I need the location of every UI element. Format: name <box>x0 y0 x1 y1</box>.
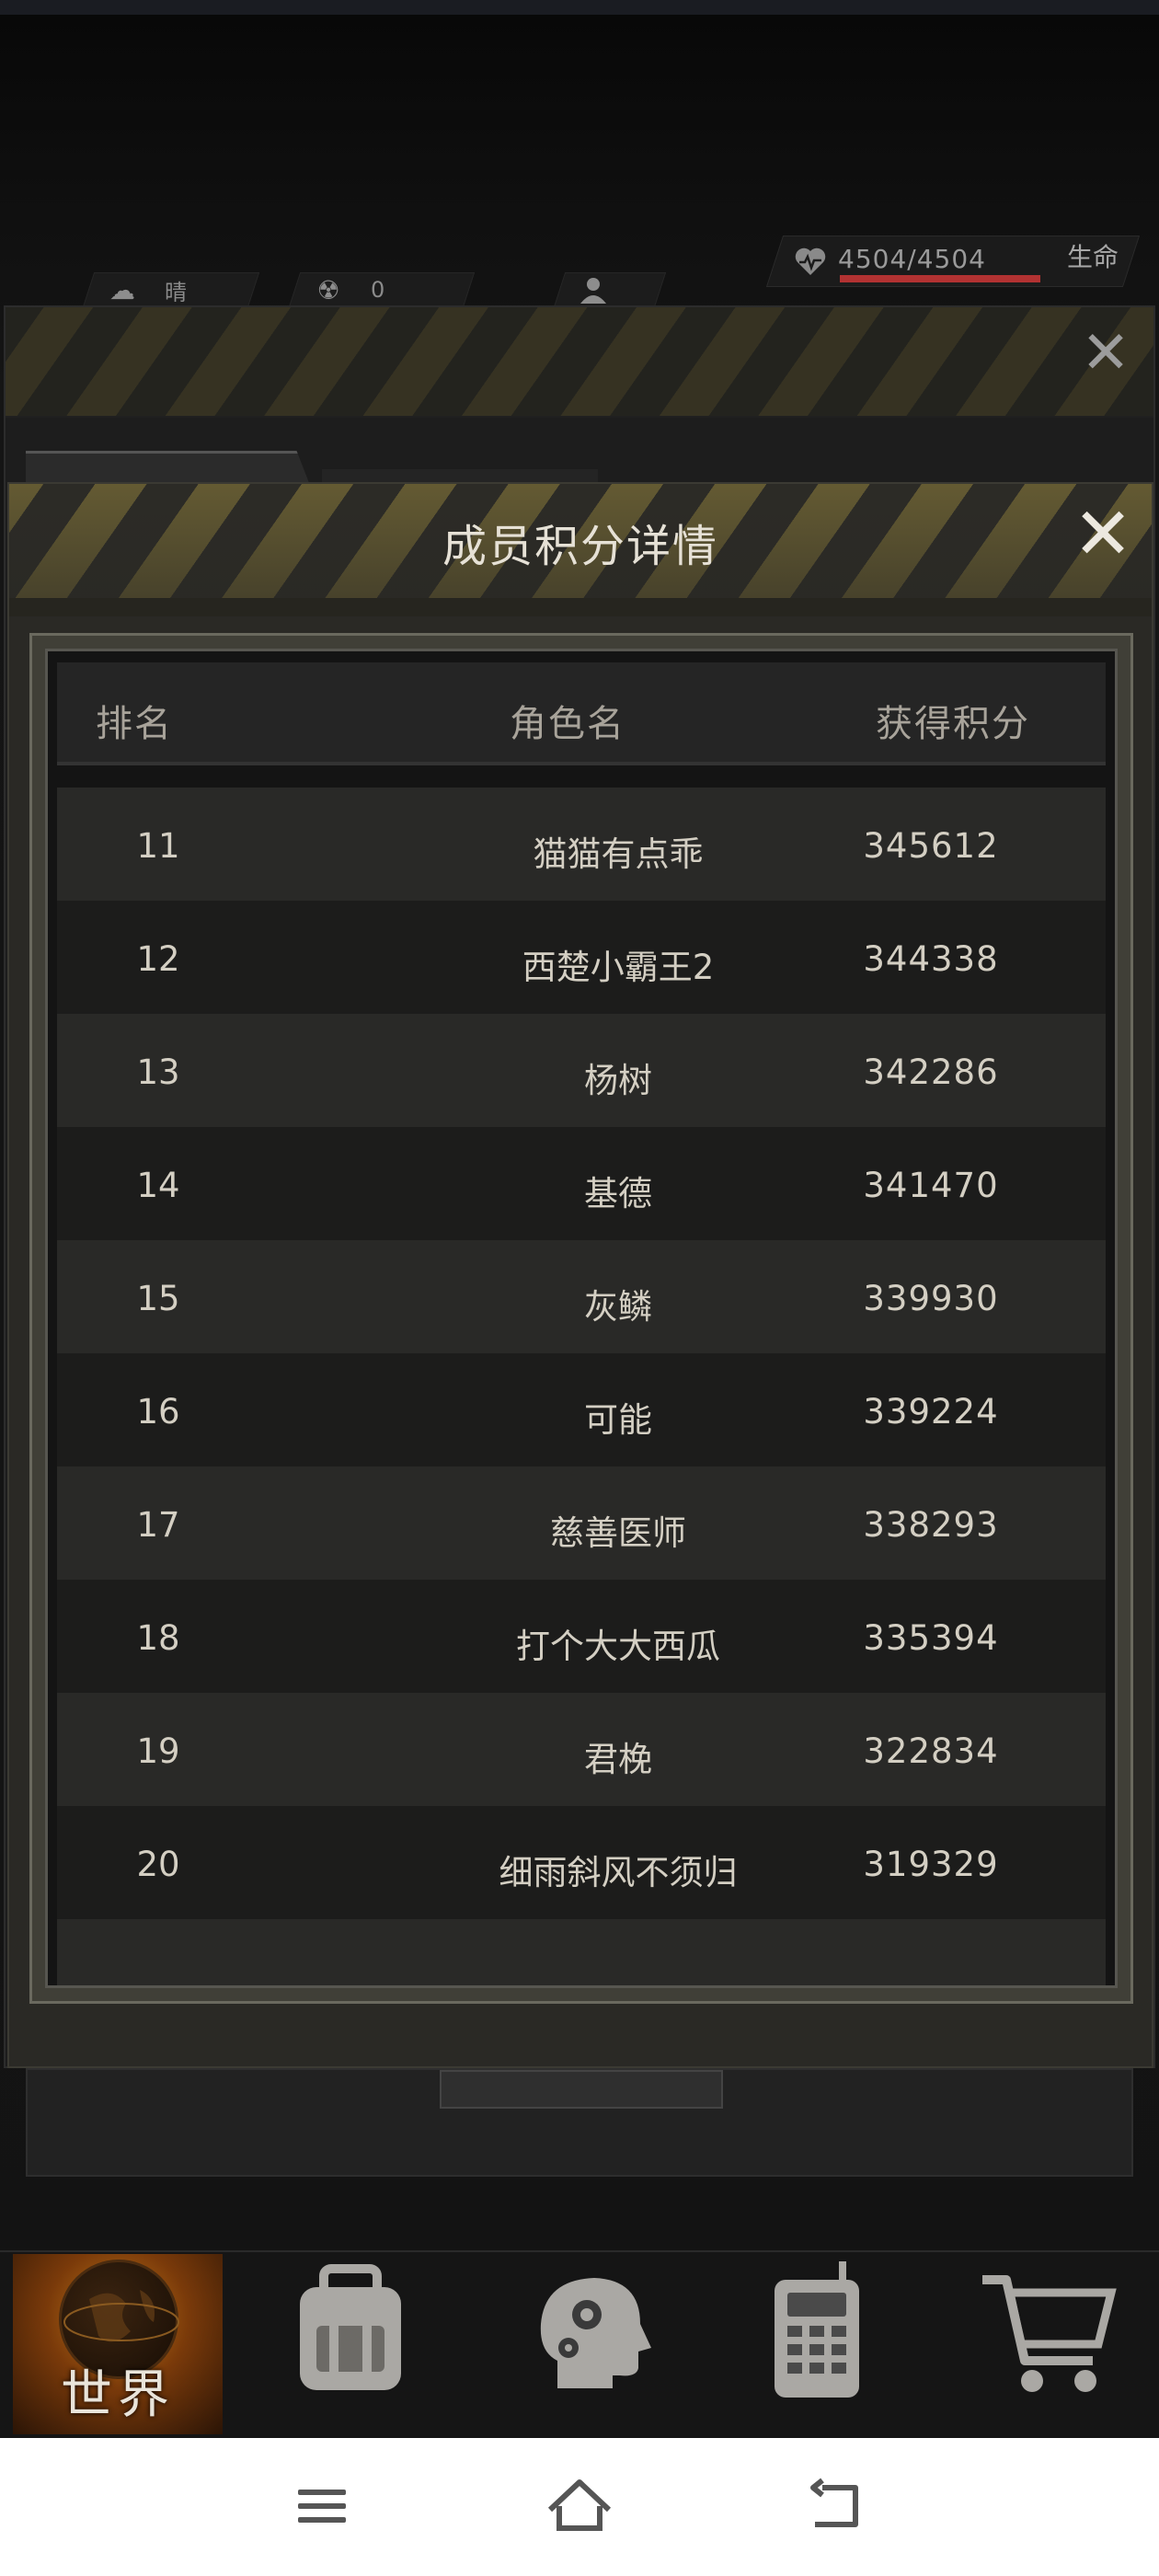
name-cell: 猫猫有点乖 <box>533 834 704 874</box>
hp-bar-fill <box>840 275 1040 282</box>
rank-cell: 17 <box>136 1505 180 1545</box>
score-cell: 344338 <box>863 939 999 979</box>
menu-icon[interactable] <box>285 2469 359 2543</box>
heart-pulse-icon <box>795 247 826 275</box>
table-row[interactable]: 12 西楚小霸王2 344338 <box>57 901 1106 1014</box>
status-strip <box>0 0 1159 15</box>
cloud-sun-icon: ☁ <box>109 274 135 305</box>
name-cell: 细雨斜风不须归 <box>499 1853 738 1892</box>
outer-panel-header <box>6 307 1153 418</box>
member-score-dialog: 成员积分详情 ✕ 排名 角色名 获得积分 11 猫猫有点乖 345612 12 西楚小霸… <box>7 482 1153 2068</box>
radiation-chip[interactable]: ☢ 0 <box>288 272 476 307</box>
name-cell: 打个大大西瓜 <box>516 1627 720 1666</box>
score-cell: 322834 <box>863 1731 999 1771</box>
table-row[interactable]: 20 细雨斜风不须归 319329 <box>57 1806 1106 1919</box>
name-cell: 西楚小霸王2 <box>522 948 715 987</box>
name-cell: 慈善医师 <box>550 1513 686 1553</box>
header-rank: 排名 <box>96 703 173 745</box>
name-cell: 基德 <box>584 1174 652 1213</box>
name-cell: 君梚 <box>584 1740 652 1779</box>
table-frame: 排名 角色名 获得积分 11 猫猫有点乖 345612 12 西楚小霸王2 344338 1… <box>29 633 1133 2004</box>
score-cell: 338293 <box>863 1505 999 1545</box>
outer-footer-button[interactable] <box>440 2070 723 2109</box>
system-nav-bar <box>0 2438 1159 2576</box>
rank-cell: 12 <box>136 939 180 979</box>
name-cell: 可能 <box>584 1400 652 1440</box>
rank-cell: 20 <box>136 1845 180 1884</box>
radio-icon[interactable] <box>743 2260 890 2407</box>
table-row[interactable]: 13 杨树 342286 <box>57 1014 1106 1127</box>
rank-cell: 14 <box>136 1166 180 1205</box>
hp-text: 4504/4504 <box>838 244 986 274</box>
table-row[interactable]: 18 打个大大西瓜 335394 <box>57 1580 1106 1693</box>
nav-world-tab[interactable]: 世界 <box>13 2254 223 2434</box>
score-cell: 342286 <box>863 1052 999 1092</box>
table-row[interactable]: 15 灰鳞 339930 <box>57 1240 1106 1353</box>
close-icon[interactable]: ✕ <box>1071 499 1135 570</box>
score-table[interactable]: 排名 角色名 获得积分 11 猫猫有点乖 345612 12 西楚小霸王2 344338 1… <box>45 649 1118 1988</box>
table-row[interactable]: 14 基德 341470 <box>57 1127 1106 1240</box>
nav-world-label: 世界 <box>61 2365 175 2425</box>
table-row-partial <box>57 1919 1106 1985</box>
home-icon[interactable] <box>543 2469 616 2543</box>
table-row[interactable]: 11 猫猫有点乖 345612 <box>57 788 1106 901</box>
player-chip[interactable] <box>553 272 667 307</box>
rank-cell: 15 <box>136 1279 180 1318</box>
header-score: 获得积分 <box>876 703 1030 745</box>
rank-cell: 13 <box>136 1052 180 1092</box>
score-cell: 345612 <box>863 826 999 866</box>
dialog-header-shadow <box>9 598 1152 616</box>
weather-chip[interactable]: ☁ 晴 <box>82 272 260 307</box>
rank-cell: 18 <box>136 1618 180 1658</box>
outer-close-icon[interactable]: ✕ <box>1078 324 1133 383</box>
radiation-icon: ☢ <box>316 274 340 305</box>
shopping-cart-icon[interactable] <box>973 2260 1120 2407</box>
score-cell: 339224 <box>863 1392 999 1432</box>
back-icon[interactable] <box>800 2469 874 2543</box>
person-icon <box>577 277 610 304</box>
rank-cell: 16 <box>136 1392 180 1432</box>
table-header: 排名 角色名 获得积分 <box>57 662 1106 765</box>
radiation-value: 0 <box>371 277 385 303</box>
hp-bar <box>840 275 1040 282</box>
weather-text: 晴 <box>165 279 187 305</box>
table-row[interactable]: 17 慈善医师 338293 <box>57 1466 1106 1580</box>
name-cell: 灰鳞 <box>584 1287 652 1327</box>
score-cell: 339930 <box>863 1279 999 1318</box>
score-cell: 341470 <box>863 1166 999 1205</box>
score-cell: 319329 <box>863 1845 999 1884</box>
dialog-title: 成员积分详情 <box>442 521 718 572</box>
rank-cell: 19 <box>136 1731 180 1771</box>
name-cell: 杨树 <box>584 1061 652 1100</box>
table-row[interactable]: 16 可能 339224 <box>57 1353 1106 1466</box>
rank-cell: 11 <box>136 826 180 866</box>
header-name: 角色名 <box>510 703 625 745</box>
hp-label: 生命 <box>1067 242 1119 272</box>
table-row[interactable]: 19 君梚 322834 <box>57 1693 1106 1806</box>
brain-gear-icon[interactable] <box>521 2260 668 2407</box>
score-cell: 335394 <box>863 1618 999 1658</box>
backpack-icon[interactable] <box>276 2260 423 2407</box>
